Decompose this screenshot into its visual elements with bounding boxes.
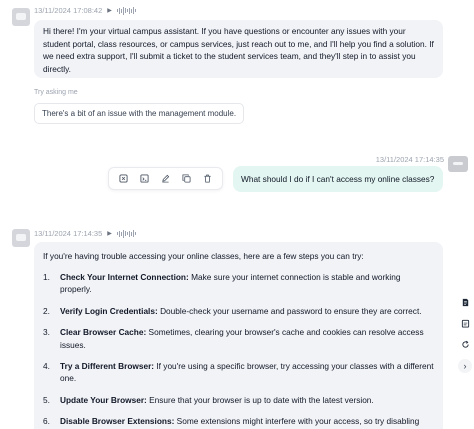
message-meta: 13/11/2024 17:08:42 ▶ [34, 6, 136, 15]
user-message: What should I do if I can't access my on… [233, 166, 443, 192]
suggestion-chip[interactable]: There's a bit of an issue with the manag… [34, 103, 245, 124]
delete-icon[interactable] [203, 174, 212, 183]
assistant-message: If you're having trouble accessing your … [34, 242, 443, 429]
message-meta: 13/11/2024 17:14:35 ▶ [34, 229, 136, 238]
timestamp: 13/11/2024 17:14:35 [34, 229, 103, 238]
waveform-icon[interactable] [116, 229, 136, 238]
refresh-icon[interactable] [458, 338, 472, 350]
message-text: Hi there! I'm your virtual campus assist… [43, 26, 434, 75]
chevron-right-icon[interactable]: › [458, 359, 472, 373]
document-icon[interactable] [458, 296, 472, 308]
steps-list: 1. Check Your Internet Connection: Make s… [43, 271, 434, 429]
message-actions [108, 167, 223, 190]
timestamp: 13/11/2024 17:14:35 [375, 155, 444, 164]
user-avatar [448, 156, 468, 172]
clipboard-icon[interactable] [458, 317, 472, 329]
timestamp: 13/11/2024 17:08:42 [34, 6, 103, 15]
list-item: 2. Verify Login Credentials: Double-check… [43, 305, 422, 316]
assistant-message: Hi there! I'm your virtual campus assist… [34, 20, 443, 78]
list-item: 6. Disable Browser Extensions: Some exten… [43, 415, 420, 429]
edit-icon[interactable] [161, 174, 170, 183]
play-icon[interactable]: ▶ [107, 7, 112, 14]
assistant-avatar [12, 8, 30, 26]
list-item: 5. Update Your Browser: Ensure that your … [43, 394, 374, 405]
play-icon[interactable]: ▶ [107, 230, 112, 237]
user-message-meta: 13/11/2024 17:14:35 [376, 155, 444, 164]
stop-icon[interactable] [119, 174, 128, 183]
message-intro: If you're having trouble accessing your … [43, 251, 364, 261]
list-item: 1. Check Your Internet Connection: Make s… [43, 271, 401, 295]
try-asking-label: Try asking me [34, 89, 78, 96]
console-icon[interactable] [140, 174, 149, 183]
message-text: What should I do if I can't access my on… [241, 174, 435, 184]
waveform-icon[interactable] [116, 6, 136, 15]
side-toolbar: › [458, 296, 472, 373]
list-item: 4. Try a Different Browser: If you're usi… [43, 360, 434, 384]
list-item: 3. Clear Browser Cache: Sometimes, cleari… [43, 326, 424, 350]
assistant-avatar [12, 229, 30, 247]
copy-icon[interactable] [182, 174, 191, 183]
